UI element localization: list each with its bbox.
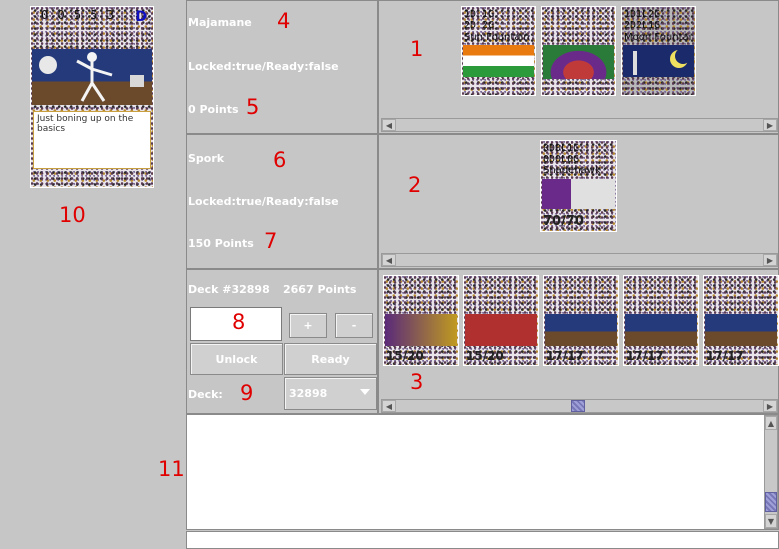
marker-5: 5 [246, 95, 260, 119]
player1-card-zone: 1D 1G 2D 2G Sun Fountain 1D1L2G 2D2L1G Moo… [378, 0, 779, 134]
unlock-button[interactable]: Unlock [190, 343, 283, 375]
card-name: Sun Fountain [464, 32, 530, 43]
hand-card[interactable]: 17/17 [703, 275, 779, 366]
card-art [463, 45, 534, 77]
card-code-line1: 0D0L1G [543, 143, 580, 154]
deck-field-label: Deck: [188, 388, 223, 401]
preview-card[interactable]: 0 0 5 5 3 D Just boning up on the basics [30, 6, 154, 188]
player2-info-panel: Spork Locked:true/Ready:false 150 Points… [186, 134, 378, 269]
marker-7: 7 [264, 229, 278, 253]
deck-control-panel: Deck #32898 2667 Points 8 + - Unlock Rea… [186, 269, 378, 414]
chat-vertical-scrollbar[interactable]: ▲ ▼ [764, 415, 778, 529]
marker-8: 8 [232, 310, 246, 334]
player2-points: 150 Points [188, 237, 254, 250]
zone2-horizontal-scrollbar[interactable]: ◀ ▶ [381, 253, 778, 267]
card-name: Moon Fountai [624, 32, 692, 43]
card-art [542, 179, 615, 209]
deck-select[interactable]: 32898 [284, 377, 377, 410]
scroll-thumb[interactable] [765, 492, 777, 512]
marker-9: 9 [240, 381, 254, 405]
hand-card[interactable]: 15/20 [383, 275, 459, 366]
card-code: 0D0L1G 0D0L0G [543, 143, 579, 165]
scroll-left-icon[interactable]: ◀ [382, 400, 396, 412]
minus-button[interactable]: - [335, 313, 373, 338]
scroll-left-icon[interactable]: ◀ [382, 254, 396, 266]
deck-number-label: Deck #32898 [188, 283, 270, 296]
scroll-thumb[interactable] [571, 400, 585, 412]
player2-card-zone: 0D0L1G 0D0L0G Shadehawk 70/70 2 ◀ ▶ [378, 134, 779, 269]
card-art [385, 314, 457, 346]
card-code-line2: 2D2L1G [624, 20, 661, 31]
card-art [543, 45, 614, 79]
zone1-horizontal-scrollbar[interactable]: ◀ ▶ [381, 118, 778, 132]
scroll-right-icon[interactable]: ▶ [763, 400, 777, 412]
card-art [545, 314, 617, 346]
card-code-line1: 1D 1G [464, 9, 495, 20]
player2-name: Spork [188, 152, 225, 165]
player1-status: Locked:true/Ready:false [188, 60, 339, 73]
card-art [705, 314, 777, 346]
card-stats: 70/70 [543, 214, 584, 229]
marker-3: 3 [410, 370, 424, 394]
chat-log-text [187, 415, 778, 419]
deck-select-value: 32898 [289, 387, 328, 400]
zone1-card[interactable]: 1D 1G 2D 2G Sun Fountain [461, 6, 536, 96]
card-code: 1D1L2G 2D2L1G [624, 9, 660, 31]
moon-icon [633, 48, 691, 75]
scroll-right-icon[interactable]: ▶ [763, 119, 777, 131]
chat-input[interactable] [186, 531, 779, 549]
marker-4: 4 [277, 9, 291, 33]
card-code: 1D 1G 2D 2G [464, 9, 494, 31]
card-stats: 17/17 [706, 349, 744, 363]
zone2-card[interactable]: 0D0L1G 0D0L0G Shadehawk 70/70 [540, 140, 617, 232]
preview-card-text: Just boning up on the basics [37, 114, 134, 134]
player1-name: Majamane [188, 16, 252, 29]
marker-6: 6 [273, 148, 287, 172]
hand-card-zone: 15/20 15/20 17/17 17/17 17/17 3 ◀ ▶ [378, 269, 779, 414]
ready-button[interactable]: Ready [284, 343, 377, 375]
scroll-down-icon[interactable]: ▼ [765, 514, 777, 528]
game-window: 0 0 5 5 3 D Just boning up on the basics… [0, 0, 779, 549]
preview-card-cost: D [135, 9, 147, 25]
zone1-card[interactable] [541, 6, 616, 96]
hand-card[interactable]: 17/17 [623, 275, 699, 366]
preview-card-code: 0 0 5 5 3 [41, 8, 116, 22]
card-code-line1: 1D1L2G [624, 9, 661, 20]
card-stats: 17/17 [546, 349, 584, 363]
hand-horizontal-scrollbar[interactable]: ◀ ▶ [381, 399, 778, 413]
player1-info-panel: Majamane Locked:true/Ready:false 0 Point… [186, 0, 378, 134]
scroll-right-icon[interactable]: ▶ [763, 254, 777, 266]
card-art [465, 314, 537, 346]
deck-points-label: 2667 Points [283, 283, 357, 296]
scroll-left-icon[interactable]: ◀ [382, 119, 396, 131]
card-code-line2: 2D 2G [464, 20, 495, 31]
card-stats: 17/17 [626, 349, 664, 363]
preview-card-art [32, 49, 152, 105]
card-preview-area: 0 0 5 5 3 D Just boning up on the basics… [0, 0, 186, 549]
chat-log[interactable]: ▲ ▼ [186, 414, 779, 530]
zone1-card[interactable]: 1D1L2G 2D2L1G Moon Fountai [621, 6, 696, 96]
card-name: Shadehawk [543, 165, 601, 176]
plus-button[interactable]: + [289, 313, 327, 338]
chevron-down-icon [360, 389, 370, 395]
card-code-line2: 0D0L0G [543, 154, 580, 165]
marker-1: 1 [410, 37, 424, 61]
player1-points: 0 Points [188, 103, 239, 116]
card-stats: 15/20 [466, 349, 504, 363]
hand-card[interactable]: 17/17 [543, 275, 619, 366]
card-art [625, 314, 697, 346]
marker-2: 2 [408, 173, 422, 197]
card-stats: 15/20 [386, 349, 424, 363]
marker-10: 10 [59, 203, 86, 227]
player2-status: Locked:true/Ready:false [188, 195, 339, 208]
card-art [623, 45, 694, 77]
skeleton-art-icon [39, 52, 144, 102]
marker-11: 11 [158, 457, 185, 481]
hand-card[interactable]: 15/20 [463, 275, 539, 366]
preview-card-text-box: Just boning up on the basics [33, 111, 151, 169]
scroll-up-icon[interactable]: ▲ [765, 416, 777, 430]
